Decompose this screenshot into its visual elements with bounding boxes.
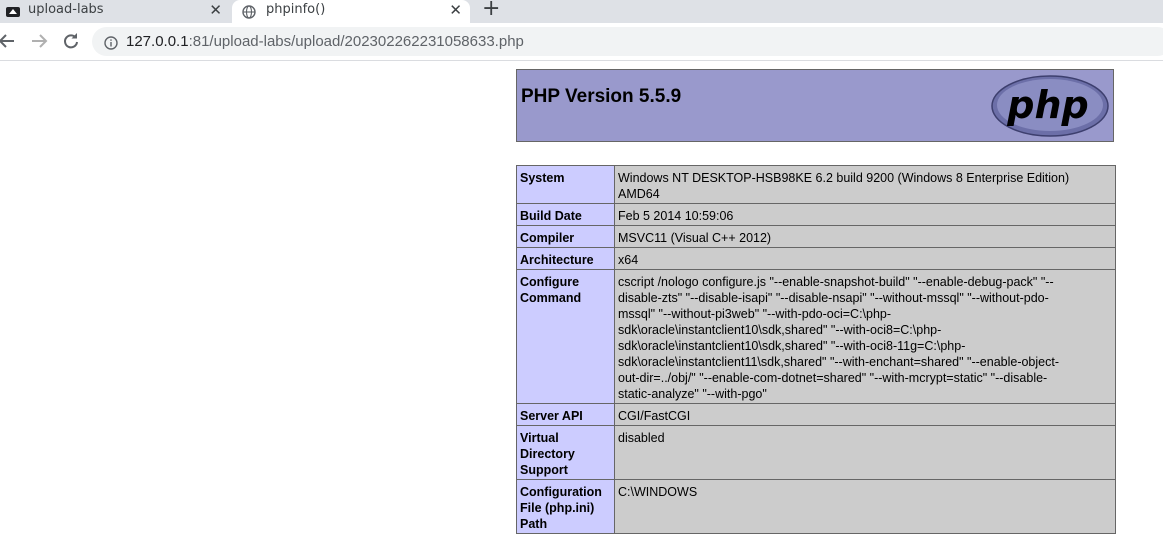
close-icon[interactable]: ✕ — [449, 1, 462, 19]
tab-title: upload-labs — [28, 2, 104, 17]
row-value: CGI/FastCGI — [614, 403, 1116, 426]
table-row: Configuration File (php.ini) Path C:\WIND… — [516, 479, 1116, 534]
table-row: Virtual Directory Support disabled — [516, 425, 1116, 480]
row-value: Feb 5 2014 10:59:06 — [614, 203, 1116, 226]
table-row: Server API CGI/FastCGI — [516, 403, 1116, 426]
row-label: Virtual Directory Support — [516, 425, 615, 480]
row-value-line: AMD64 — [618, 187, 660, 201]
phpinfo-table: System Windows NT DESKTOP-HSB98KE 6.2 bui… — [516, 165, 1116, 534]
row-value-line: cscript /nologo configure.js "--enable-s… — [618, 275, 1054, 289]
new-tab-plus-icon[interactable]: + — [482, 0, 500, 20]
forward-arrow-icon[interactable] — [28, 29, 50, 53]
row-value-line: MSVC11 (Visual C++ 2012) — [618, 231, 772, 245]
row-label: Server API — [516, 403, 615, 426]
table-row: Architecture x64 — [516, 247, 1116, 270]
row-value-line: disabled — [618, 431, 665, 445]
close-icon[interactable]: ✕ — [209, 1, 222, 19]
url-path: :81/upload-labs/upload/20230226223105863… — [188, 33, 524, 50]
page-title: PHP Version 5.5.9 — [521, 86, 682, 107]
php-version-header: PHP Version 5.5.9 php — [516, 69, 1114, 142]
row-value: C:\WINDOWS — [614, 479, 1116, 534]
row-value-line: disable-zts" "--disable-isapi" "--disabl… — [618, 291, 1049, 305]
address-bar[interactable]: 127.0.0.1:81/upload-labs/upload/20230226… — [92, 27, 1163, 56]
url-text[interactable]: 127.0.0.1:81/upload-labs/upload/20230226… — [126, 32, 524, 51]
row-value-line: out-dir=../obj/" "--enable-com-dotnet=sh… — [618, 371, 1048, 385]
table-row: System Windows NT DESKTOP-HSB98KE 6.2 bui… — [516, 165, 1116, 204]
info-icon[interactable] — [104, 35, 118, 50]
row-value-line: CGI/FastCGI — [618, 409, 691, 423]
row-value: MSVC11 (Visual C++ 2012) — [614, 225, 1116, 248]
row-value: cscript /nologo configure.js "--enable-s… — [614, 269, 1116, 404]
row-value-line: sdk\oracle\instantclient11\sdk,shared" "… — [618, 355, 1060, 369]
row-value: x64 — [614, 247, 1116, 270]
tab-strip: upload-labs ✕ phpinfo() ✕ + — [0, 0, 1163, 23]
row-label: System — [516, 165, 615, 204]
tab-upload-labs[interactable]: upload-labs ✕ — [0, 0, 230, 23]
row-value-line: sdk\oracle\instantclient10\sdk,shared" "… — [618, 339, 966, 353]
site-favicon-icon — [6, 5, 20, 19]
row-label: Build Date — [516, 203, 615, 226]
table-row: Build Date Feb 5 2014 10:59:06 — [516, 203, 1116, 226]
row-value-line: Windows NT DESKTOP-HSB98KE 6.2 build 920… — [618, 171, 1070, 185]
row-value-line: static-analyze" "--with-pgo" — [618, 387, 767, 401]
svg-text:php: php — [1006, 83, 1088, 127]
browser-toolbar: 127.0.0.1:81/upload-labs/upload/20230226… — [0, 23, 1163, 61]
table-row: Compiler MSVC11 (Visual C++ 2012) — [516, 225, 1116, 248]
row-label: Compiler — [516, 225, 615, 248]
php-logo[interactable]: php — [990, 74, 1110, 138]
row-value-line: Feb 5 2014 10:59:06 — [618, 209, 734, 223]
row-value-line: C:\WINDOWS — [618, 485, 698, 499]
page-content: PHP Version 5.5.9 php System Windows NT D… — [0, 61, 1163, 542]
tab-title: phpinfo() — [266, 2, 326, 17]
row-value-line: sdk\oracle\instantclient10\sdk,shared" "… — [618, 323, 942, 337]
row-label: Configuration File (php.ini) Path — [516, 479, 615, 534]
table-row: Configure Command cscript /nologo configu… — [516, 269, 1116, 404]
row-value: Windows NT DESKTOP-HSB98KE 6.2 build 920… — [614, 165, 1116, 204]
url-host: 127.0.0.1 — [126, 33, 189, 50]
globe-icon — [242, 5, 256, 19]
row-value: disabled — [614, 425, 1116, 480]
reload-icon[interactable] — [60, 29, 82, 53]
row-value-line: mssql" "--without-pi3web" "--with-pdo-oc… — [618, 307, 892, 321]
back-arrow-icon[interactable] — [0, 29, 18, 53]
tab-phpinfo[interactable]: phpinfo() ✕ — [232, 0, 470, 23]
row-label: Configure Command — [516, 269, 615, 404]
row-value-line: x64 — [618, 253, 639, 267]
row-label: Architecture — [516, 247, 615, 270]
